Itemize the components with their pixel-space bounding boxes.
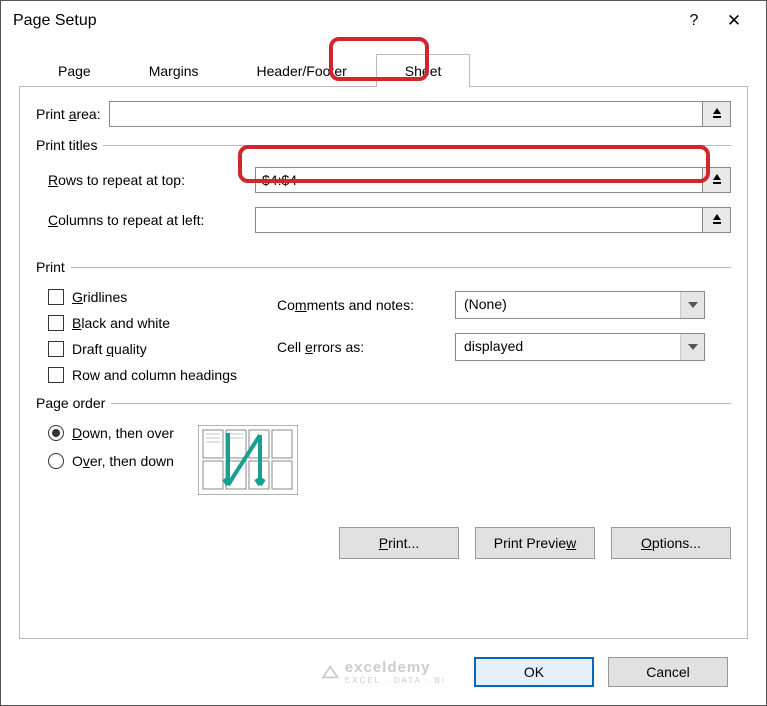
help-button[interactable]: ?	[674, 12, 714, 30]
print-legend: Print	[36, 259, 71, 275]
cols-repeat-label: Columns to repeat at left:	[48, 212, 243, 228]
radio-icon	[48, 453, 64, 469]
errors-label: Cell errors as:	[277, 339, 445, 355]
page-order-preview-icon	[198, 425, 298, 495]
print-combos-col: Comments and notes: (None) Cell errors a…	[277, 291, 705, 383]
errors-value: displayed	[455, 333, 705, 361]
comments-value: (None)	[455, 291, 705, 319]
ok-button[interactable]: OK	[474, 657, 594, 687]
tab-sheet[interactable]: Sheet	[376, 54, 471, 87]
sheet-panel: Print area: Print titles Rows to repeat …	[19, 86, 748, 639]
collapse-icon	[710, 213, 724, 227]
watermark-icon	[321, 663, 339, 681]
comments-label: Comments and notes:	[277, 297, 445, 313]
dialog-title: Page Setup	[13, 12, 674, 30]
page-order-group: Page order Down, then over Over, then do…	[36, 395, 731, 495]
cols-repeat-collapse-button[interactable]	[703, 207, 731, 233]
tab-page[interactable]: Page	[29, 54, 120, 87]
checkbox-icon	[48, 367, 64, 383]
down-then-over-radio[interactable]: Down, then over	[48, 425, 174, 441]
watermark: exceldemy EXCEL · DATA · BI	[321, 659, 446, 685]
page-order-radios: Down, then over Over, then down	[48, 425, 174, 469]
collapse-icon	[710, 173, 724, 187]
row-col-headings-check[interactable]: Row and column headings	[48, 367, 237, 383]
titlebar: Page Setup ? ✕	[1, 1, 766, 41]
dialog-body: Page Margins Header/Footer Sheet Print a…	[1, 41, 766, 705]
panel-buttons: Print... Print Preview Options...	[36, 507, 731, 559]
rows-repeat-label: Rows to repeat at top:	[48, 172, 243, 188]
print-preview-button[interactable]: Print Preview	[475, 527, 595, 559]
rows-repeat-refbox	[255, 167, 731, 193]
comments-row: Comments and notes: (None)	[277, 291, 705, 319]
errors-row: Cell errors as: displayed	[277, 333, 705, 361]
radio-icon	[48, 425, 64, 441]
print-area-refbox	[109, 101, 731, 127]
print-titles-legend: Print titles	[36, 137, 103, 153]
over-then-down-radio[interactable]: Over, then down	[48, 453, 174, 469]
draft-quality-check[interactable]: Draft quality	[48, 341, 237, 357]
options-button[interactable]: Options...	[611, 527, 731, 559]
gridlines-check[interactable]: Gridlines	[48, 289, 237, 305]
chevron-down-icon	[680, 334, 704, 360]
page-order-legend: Page order	[36, 395, 111, 411]
cols-repeat-row: Columns to repeat at left:	[48, 207, 731, 233]
rows-repeat-collapse-button[interactable]	[703, 167, 731, 193]
dialog-footer: exceldemy EXCEL · DATA · BI OK Cancel	[19, 639, 748, 705]
close-button[interactable]: ✕	[714, 11, 754, 31]
errors-combo[interactable]: displayed	[455, 333, 705, 361]
page-order-content: Down, then over Over, then down	[48, 425, 731, 495]
comments-combo[interactable]: (None)	[455, 291, 705, 319]
print-area-label: Print area:	[36, 106, 101, 122]
tab-header-footer[interactable]: Header/Footer	[228, 54, 376, 87]
cancel-button[interactable]: Cancel	[608, 657, 728, 687]
print-group: Print Gridlines Black and white Draft qu…	[36, 259, 731, 383]
print-area-input[interactable]	[109, 101, 703, 127]
print-options: Gridlines Black and white Draft quality …	[48, 289, 731, 383]
checkbox-icon	[48, 341, 64, 357]
tab-strip: Page Margins Header/Footer Sheet	[29, 53, 748, 86]
black-white-check[interactable]: Black and white	[48, 315, 237, 331]
checkbox-icon	[48, 289, 64, 305]
tab-margins[interactable]: Margins	[120, 54, 228, 87]
print-button[interactable]: Print...	[339, 527, 459, 559]
rows-repeat-row: Rows to repeat at top:	[48, 167, 731, 193]
checkbox-icon	[48, 315, 64, 331]
rows-repeat-input[interactable]	[255, 167, 703, 193]
page-setup-dialog: Page Setup ? ✕ Page Margins Header/Foote…	[0, 0, 767, 706]
collapse-icon	[710, 107, 724, 121]
print-area-collapse-button[interactable]	[703, 101, 731, 127]
print-titles-group: Print titles Rows to repeat at top: Colu…	[36, 137, 731, 247]
cols-repeat-refbox	[255, 207, 731, 233]
chevron-down-icon	[680, 292, 704, 318]
print-checks-col: Gridlines Black and white Draft quality …	[48, 289, 237, 383]
cols-repeat-input[interactable]	[255, 207, 703, 233]
print-area-row: Print area:	[36, 101, 731, 127]
